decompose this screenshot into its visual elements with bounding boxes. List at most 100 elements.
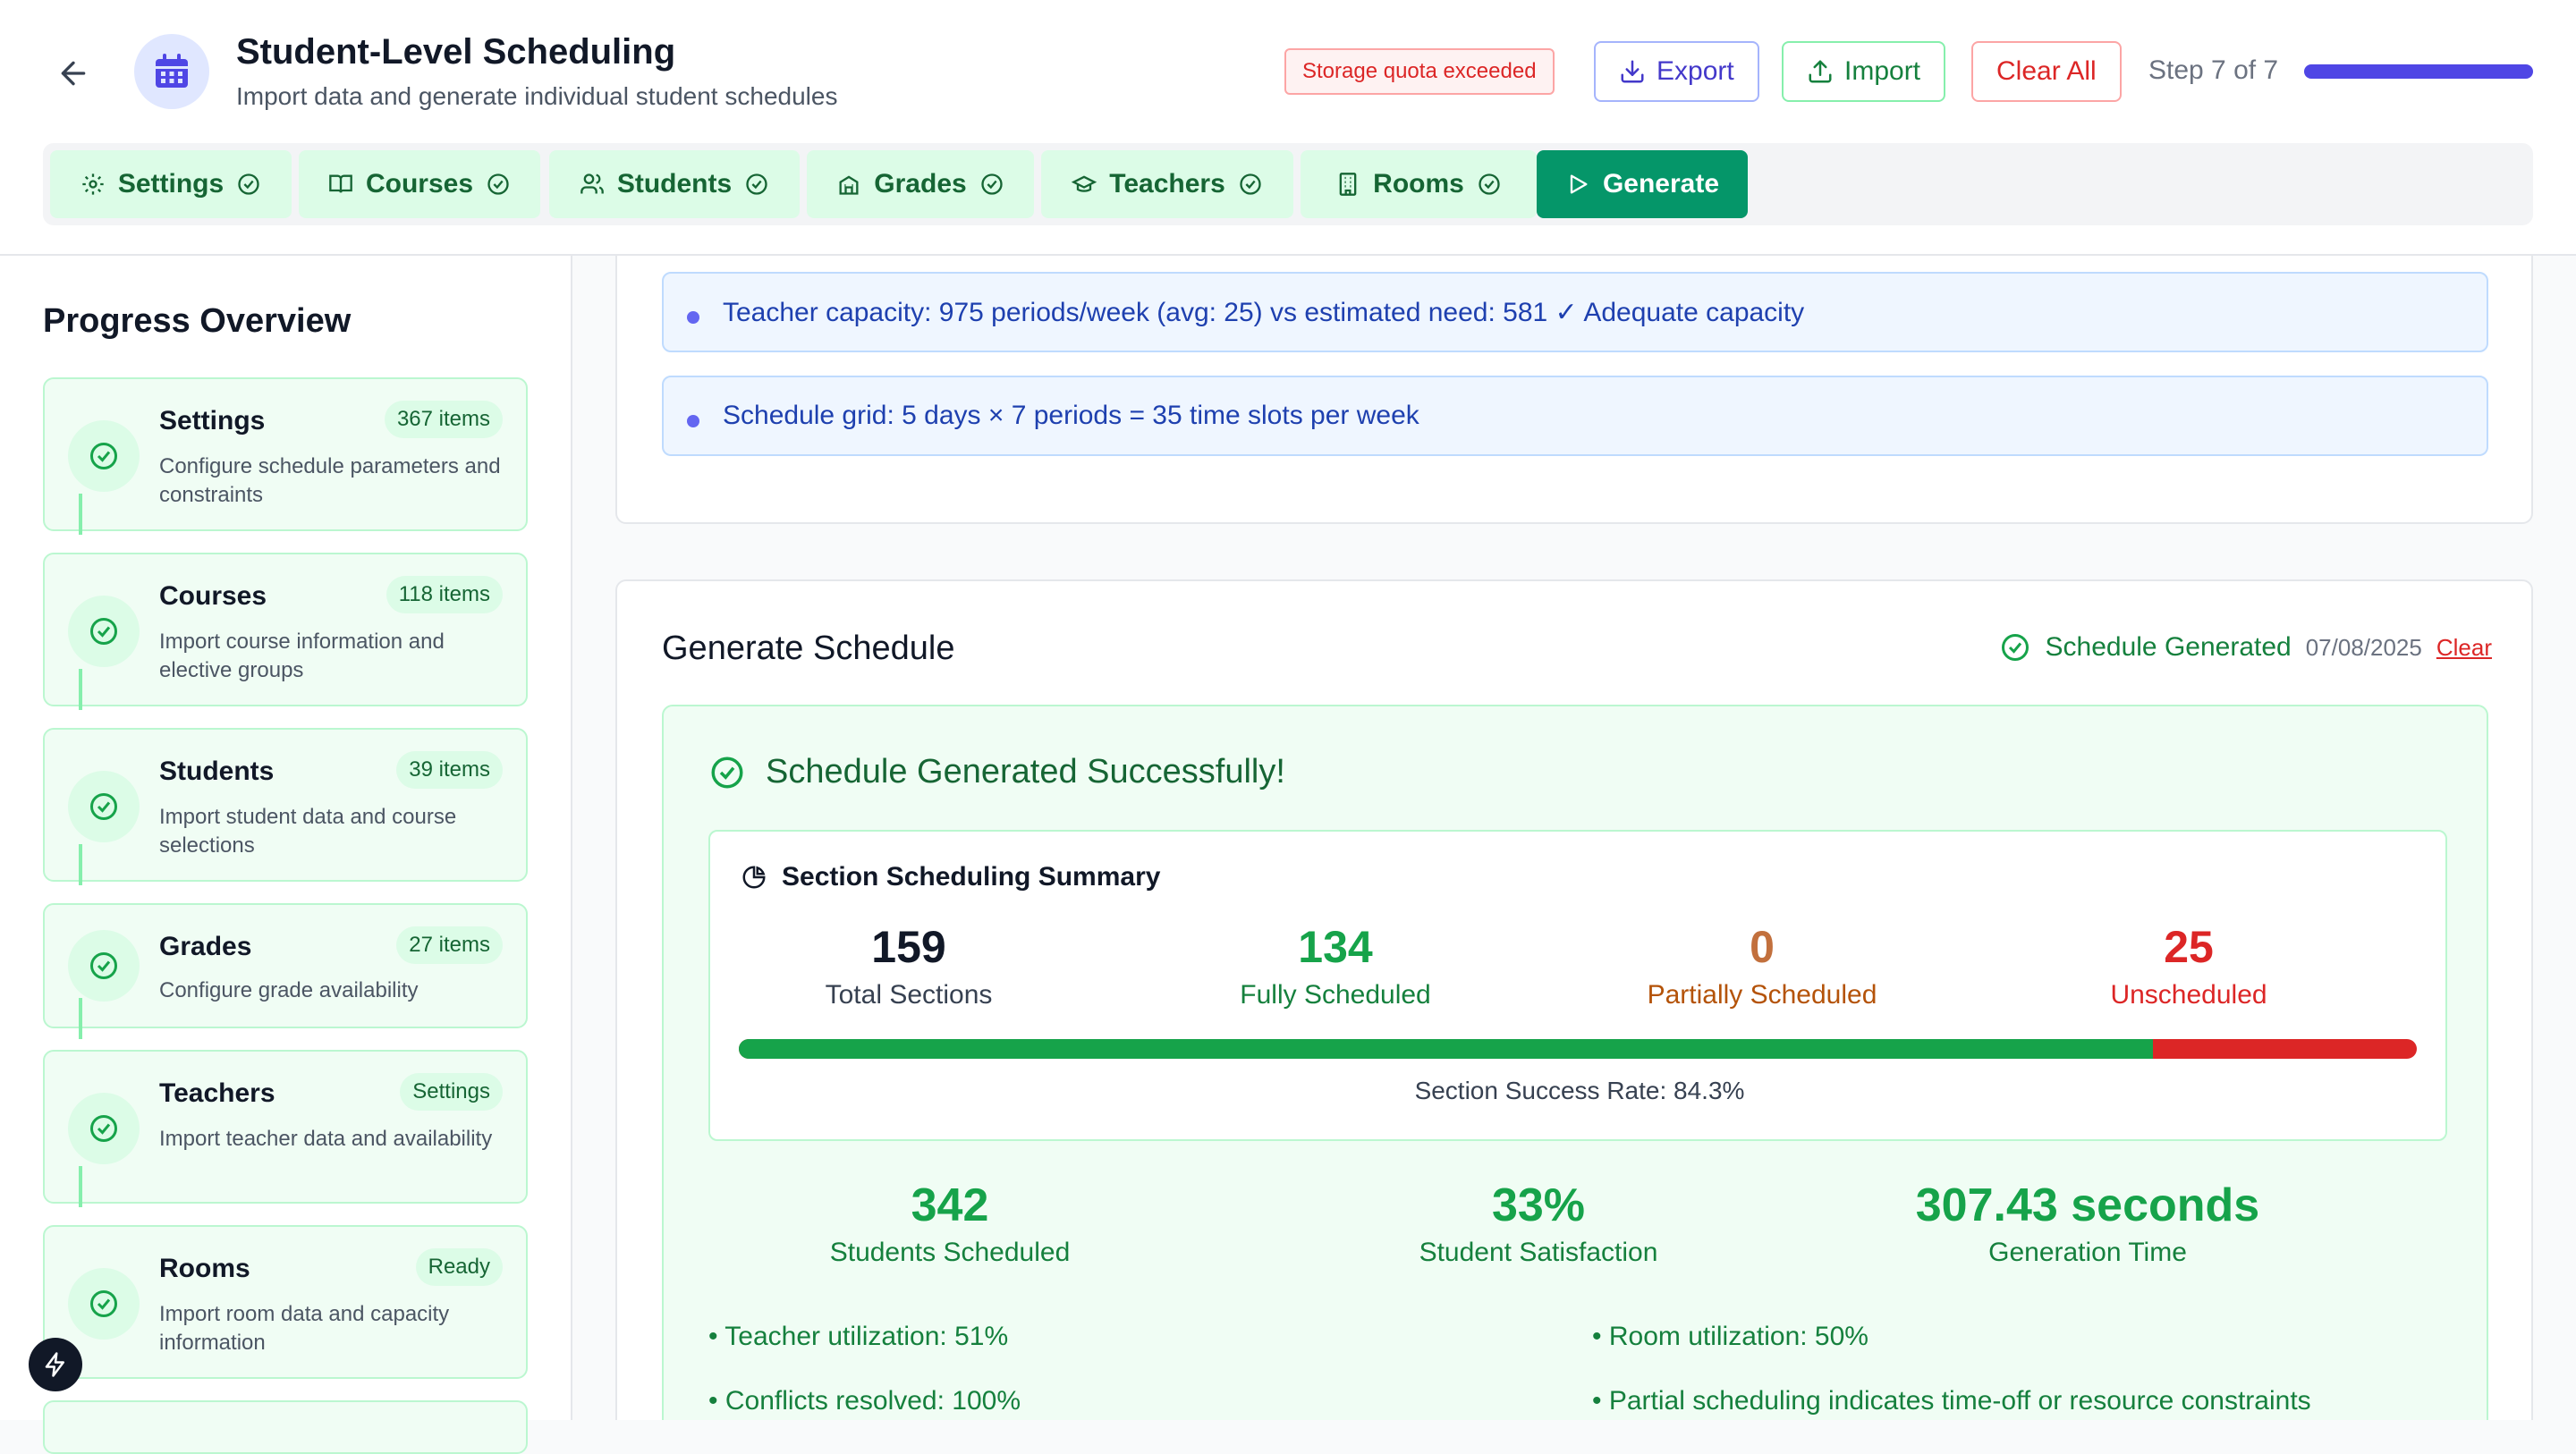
back-button[interactable] (50, 50, 97, 97)
stat-value: 25 (2164, 922, 2214, 972)
lightning-icon (45, 1352, 64, 1377)
success-title-text: Schedule Generated Successfully! (766, 753, 1285, 790)
clear-schedule-link[interactable]: Clear (2436, 634, 2492, 662)
stat-partially-scheduled: 0 Partially Scheduled (1565, 921, 1959, 1010)
stat-value: 0 (1750, 922, 1775, 972)
progress-item-courses[interactable]: Courses 118 items Import course informat… (43, 553, 528, 706)
stat-caption: Fully Scheduled (1240, 980, 1431, 1010)
students-scheduled-stat: 342 Students Scheduled (699, 1179, 1200, 1268)
info-line: Schedule grid: 5 days × 7 periods = 35 t… (662, 376, 2488, 456)
export-label: Export (1657, 56, 1734, 86)
clear-all-button[interactable]: Clear All (1971, 41, 2122, 102)
info-text: Teacher capacity: 975 periods/week (avg:… (723, 297, 1805, 327)
stat-caption: Unscheduled (2110, 980, 2267, 1010)
progress-connector (79, 669, 82, 710)
tab-label: Students (616, 169, 733, 199)
progress-item-settings[interactable]: Settings 367 items Configure schedule pa… (43, 377, 528, 531)
progress-item-desc: Import room data and capacity informatio… (159, 1302, 450, 1355)
upload-icon (1809, 60, 1832, 83)
status-circle (68, 1268, 140, 1340)
progress-item-name: Teachers (159, 1078, 275, 1108)
check-circle-icon (90, 443, 117, 469)
building-icon (1339, 173, 1357, 196)
note-room-utilization: • Room utilization: 50% (1592, 1322, 1868, 1351)
summary-title: Section Scheduling Summary (741, 862, 1160, 892)
stat-caption: Students Scheduled (829, 1238, 1071, 1267)
main-content: Teacher capacity: 975 periods/week (avg:… (572, 256, 2576, 1420)
tab-teachers[interactable]: Teachers (1041, 150, 1293, 218)
check-circle-icon (2001, 634, 2029, 661)
summary-title-text: Section Scheduling Summary (782, 862, 1161, 892)
calendar-icon (156, 54, 188, 88)
check-circle-icon (711, 757, 743, 788)
status-circle (68, 771, 140, 842)
note-partial-scheduling: • Partial scheduling indicates time-off … (1592, 1386, 2311, 1416)
users-icon (580, 173, 604, 194)
progress-item-badge: 39 items (396, 751, 503, 789)
progress-item-generate[interactable] (43, 1400, 528, 1454)
progress-item-badge: 118 items (386, 576, 503, 613)
status-circle (68, 596, 140, 667)
tab-label: Settings (117, 169, 225, 199)
import-button[interactable]: Import (1782, 41, 1946, 102)
progress-item-rooms[interactable]: Rooms Ready Import room data and capacit… (43, 1225, 528, 1379)
student-satisfaction-stat: 33% Student Satisfaction (1288, 1179, 1789, 1268)
progress-item-name: Settings (159, 406, 266, 435)
section-summary-card: Section Scheduling Summary 159 Total Sec… (708, 830, 2447, 1141)
step-indicator: Step 7 of 7 (2148, 55, 2279, 85)
progress-item-desc: Import student data and course selection… (159, 805, 457, 858)
progress-item-name: Grades (159, 932, 252, 961)
stat-total-sections: 159 Total Sections (712, 921, 1106, 1010)
status-circle (68, 420, 140, 492)
tab-settings[interactable]: Settings (50, 150, 292, 218)
page-subtitle: Import data and generate individual stud… (236, 82, 838, 110)
progress-item-grades[interactable]: Grades 27 items Configure grade availabi… (43, 903, 528, 1028)
stat-fully-scheduled: 134 Fully Scheduled (1139, 921, 1532, 1010)
generate-schedule-card: Generate Schedule Schedule Generated 07/… (615, 579, 2533, 1420)
progress-item-students[interactable]: Students 39 items Import student data an… (43, 728, 528, 882)
tab-generate[interactable]: Generate (1537, 150, 1748, 218)
tab-rooms[interactable]: Rooms (1301, 150, 1537, 218)
progress-connector (79, 1166, 82, 1207)
check-circle-icon (1479, 173, 1500, 195)
bullet-dot (687, 311, 699, 324)
step-progress-bar (2304, 64, 2533, 79)
progress-connector (79, 998, 82, 1039)
check-circle-icon (90, 618, 117, 645)
progress-connector (79, 844, 82, 885)
progress-connector (79, 494, 82, 535)
play-icon (1570, 174, 1588, 194)
progress-item-name: Rooms (159, 1254, 250, 1283)
progress-item-teachers[interactable]: Teachers Settings Import teacher data an… (43, 1050, 528, 1204)
check-circle-icon (981, 173, 1003, 195)
status-circle (68, 930, 140, 1002)
quick-action-button[interactable] (29, 1338, 82, 1391)
generation-time-stat: 307.43 seconds Generation Time (1837, 1179, 2338, 1268)
status-label: Schedule Generated (2045, 632, 2292, 662)
progress-item-name: Courses (159, 581, 267, 611)
tab-grades[interactable]: Grades (807, 150, 1034, 218)
note-conflicts-resolved: • Conflicts resolved: 100% (708, 1386, 1021, 1416)
success-rate-text: Section Success Rate: 84.3% (1414, 1077, 1745, 1104)
section-success-bar (739, 1039, 2417, 1059)
check-circle-icon (90, 1290, 117, 1317)
school-icon (839, 175, 859, 195)
export-button[interactable]: Export (1594, 41, 1759, 102)
progress-sidebar: Progress Overview Settings 367 items Con… (0, 256, 572, 1454)
bullet-dot (687, 415, 699, 427)
page-title: Student-Level Scheduling (236, 32, 676, 72)
import-label: Import (1844, 56, 1921, 86)
download-icon (1621, 60, 1644, 83)
check-circle-icon (90, 1115, 117, 1142)
stat-value: 159 (871, 922, 946, 972)
generation-date: 07/08/2025 (2305, 633, 2422, 661)
progress-item-badge: Settings (400, 1073, 503, 1111)
wizard-tabs: Settings Courses Students Grades Teacher… (43, 143, 2533, 225)
progress-item-badge: Ready (415, 1248, 503, 1286)
progress-item-desc: Import course information and elective g… (159, 630, 445, 682)
check-circle-icon (746, 173, 767, 195)
tab-courses[interactable]: Courses (299, 150, 540, 218)
check-circle-icon (90, 952, 117, 979)
gear-icon (82, 173, 104, 195)
tab-students[interactable]: Students (549, 150, 800, 218)
